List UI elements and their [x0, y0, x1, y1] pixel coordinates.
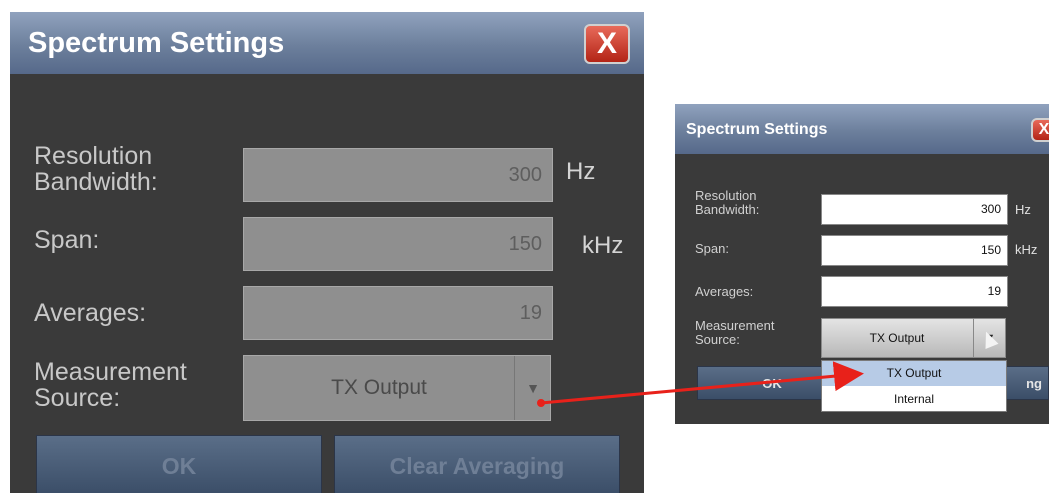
measurement-source-select[interactable]: TX Output ▼ — [821, 318, 1006, 358]
resolution-bandwidth-label: Resolution Bandwidth: — [34, 142, 158, 197]
ok-button[interactable]: OK — [36, 435, 322, 493]
dropdown-option-tx-output[interactable]: TX Output — [822, 361, 1006, 386]
dialog-title: Spectrum Settings — [10, 12, 644, 74]
span-input[interactable]: 150 — [821, 235, 1008, 266]
close-button[interactable]: X — [1031, 118, 1049, 142]
measurement-source-label: Measurement Source: — [695, 318, 775, 347]
measurement-source-label: Measurement Source: — [34, 358, 187, 413]
spectrum-settings-dialog-zoom: Spectrum Settings X Resolution Bandwidth… — [675, 104, 1049, 424]
measurement-source-select[interactable]: TX Output ▼ — [243, 355, 551, 421]
resolution-bandwidth-unit: Hz — [1015, 202, 1031, 217]
measurement-source-value: TX Output — [869, 331, 925, 345]
dialog-title: Spectrum Settings — [675, 104, 1049, 154]
measurement-source-dropdown: TX Output Internal — [821, 360, 1007, 412]
close-icon: X — [1038, 121, 1049, 138]
resolution-bandwidth-label: Resolution Bandwidth: — [695, 188, 760, 217]
span-label: Span: — [695, 241, 729, 256]
averages-label: Averages: — [695, 284, 754, 299]
resolution-bandwidth-input[interactable]: 300 — [821, 194, 1008, 225]
spectrum-settings-dialog: Spectrum Settings X Resolution Bandwidth… — [10, 12, 644, 493]
span-label: Span: — [34, 226, 100, 254]
dropdown-option-internal[interactable]: Internal — [822, 387, 1006, 412]
chevron-down-icon[interactable]: ▼ — [514, 356, 551, 420]
resolution-bandwidth-input[interactable]: 300 — [243, 148, 553, 202]
resolution-bandwidth-unit: Hz — [566, 158, 596, 185]
span-input[interactable]: 150 — [243, 217, 553, 271]
averages-input[interactable]: 19 — [243, 286, 553, 340]
span-unit: kHz — [1015, 242, 1038, 257]
span-unit: kHz — [582, 232, 624, 259]
clear-averaging-button[interactable]: Clear Averaging — [334, 435, 620, 493]
averages-input[interactable]: 19 — [821, 276, 1008, 307]
close-button[interactable]: X — [584, 24, 630, 64]
close-icon: X — [596, 27, 617, 60]
averages-label: Averages: — [34, 299, 147, 327]
measurement-source-value: TX Output — [331, 376, 427, 399]
